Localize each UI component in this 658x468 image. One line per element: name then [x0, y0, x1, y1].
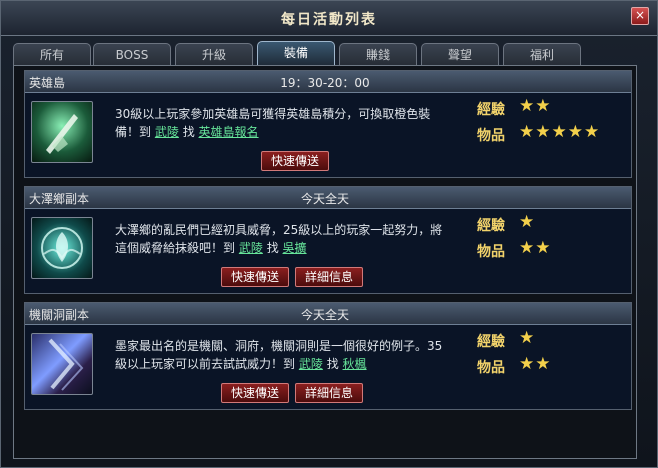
activity-time: 今天全天: [300, 192, 349, 206]
tab-level-up[interactable]: 升級: [175, 43, 253, 65]
activity-header: 機關洞副本 今天全天: [25, 303, 631, 325]
activity-time: 19：30-20：00: [280, 76, 370, 90]
npc-link[interactable]: 英雄島報名: [199, 125, 259, 139]
tab-boss[interactable]: BOSS: [93, 43, 171, 65]
tab-welfare[interactable]: 福利: [503, 43, 581, 65]
npc-link[interactable]: 秋楓: [343, 357, 367, 371]
tab-all[interactable]: 所有: [13, 43, 91, 65]
activity-header: 英雄島 19：30-20：00: [25, 71, 631, 93]
activity-name: 大澤鄉副本: [29, 192, 90, 206]
npc-link[interactable]: 吳擴: [283, 241, 307, 255]
activity-name: 機關洞副本: [29, 308, 90, 322]
phoenix-emblem-icon: [31, 217, 93, 279]
location-link[interactable]: 武陵: [299, 357, 323, 371]
reward-item-label: 物品: [477, 128, 505, 144]
reward-exp-label: 經驗: [477, 102, 505, 118]
find-text: 找: [266, 241, 279, 255]
description-text: 大澤鄉的亂民們已經初具威脅，25級以上的玩家一起努力，將這個威脅給抹殺吧！到: [115, 223, 443, 255]
activity-description: 墨家最出名的是機關、洞府，機關洞則是一個很好的例子。35級以上玩家可以前去試試威…: [115, 337, 445, 373]
description-text: 墨家最出名的是機關、洞府，機關洞則是一個很好的例子。35級以上玩家可以前去試試威…: [115, 339, 443, 371]
mechanism-cave-icon: [31, 333, 93, 395]
reward-item-label: 物品: [477, 244, 505, 260]
activity-description: 30級以上玩家參加英雄島可獲得英雄島積分，可換取橙色裝備！到 武陵 找 英雄島報…: [115, 105, 445, 141]
scrollbar[interactable]: ▲ ▼: [636, 66, 637, 458]
title-bar[interactable]: 每日活動列表 ×: [1, 1, 657, 36]
reward-item-stars: ★★: [519, 354, 552, 374]
reward-exp-label: 經驗: [477, 218, 505, 234]
location-link[interactable]: 武陵: [155, 125, 179, 139]
activity-card-dazexiang: 大澤鄉副本 今天全天 大澤鄉的亂民們已經初具威脅，25級以上的玩家一起努力，將這…: [24, 186, 632, 294]
close-button[interactable]: ×: [631, 7, 649, 25]
window-title: 每日活動列表: [281, 12, 377, 28]
find-text: 找: [182, 125, 195, 139]
activity-description: 大澤鄉的亂民們已經初具威脅，25級以上的玩家一起努力，將這個威脅給抹殺吧！到 武…: [115, 221, 445, 257]
quick-teleport-button[interactable]: 快速傳送: [221, 267, 289, 287]
tab-equipment[interactable]: 裝備: [257, 41, 335, 65]
quick-teleport-button[interactable]: 快速傳送: [261, 151, 329, 171]
activity-body: 30級以上玩家參加英雄島可獲得英雄島積分，可換取橙色裝備！到 武陵 找 英雄島報…: [25, 93, 631, 177]
quick-teleport-button[interactable]: 快速傳送: [221, 383, 289, 403]
reward-item-stars: ★★★★★: [519, 122, 601, 142]
activity-time: 今天全天: [300, 308, 349, 322]
details-button[interactable]: 詳細信息: [295, 267, 363, 287]
location-link[interactable]: 武陵: [239, 241, 263, 255]
reward-exp-stars: ★★: [519, 96, 552, 116]
activity-header: 大澤鄉副本 今天全天: [25, 187, 631, 209]
find-text: 找: [326, 357, 339, 371]
tab-reputation[interactable]: 聲望: [421, 43, 499, 65]
activity-list[interactable]: 英雄島 19：30-20：00 30級以上玩家參加英雄島可獲得英雄島積分，可換取…: [13, 65, 637, 459]
reward-item-stars: ★★: [519, 238, 552, 258]
activity-card-mechanism-cave: 機關洞副本 今天全天 墨家最出名的是機關、洞府，機關洞則是一個很好的例子。35級…: [24, 302, 632, 410]
details-button[interactable]: 詳細信息: [295, 383, 363, 403]
activity-body: 墨家最出名的是機關、洞府，機關洞則是一個很好的例子。35級以上玩家可以前去試試威…: [25, 325, 631, 409]
reward-item-label: 物品: [477, 360, 505, 376]
tab-earn-money[interactable]: 賺錢: [339, 43, 417, 65]
activity-body: 大澤鄉的亂民們已經初具威脅，25級以上的玩家一起努力，將這個威脅給抹殺吧！到 武…: [25, 209, 631, 293]
reward-exp-stars: ★: [519, 328, 536, 348]
sword-blade-icon: [31, 101, 93, 163]
reward-exp-label: 經驗: [477, 334, 505, 350]
activity-name: 英雄島: [29, 76, 66, 90]
reward-exp-stars: ★: [519, 212, 536, 232]
activity-window: 每日活動列表 × 所有 BOSS 升級 裝備 賺錢 聲望 福利 英雄島 19：3…: [0, 0, 658, 468]
activity-card-hero-island: 英雄島 19：30-20：00 30級以上玩家參加英雄島可獲得英雄島積分，可換取…: [24, 70, 632, 178]
